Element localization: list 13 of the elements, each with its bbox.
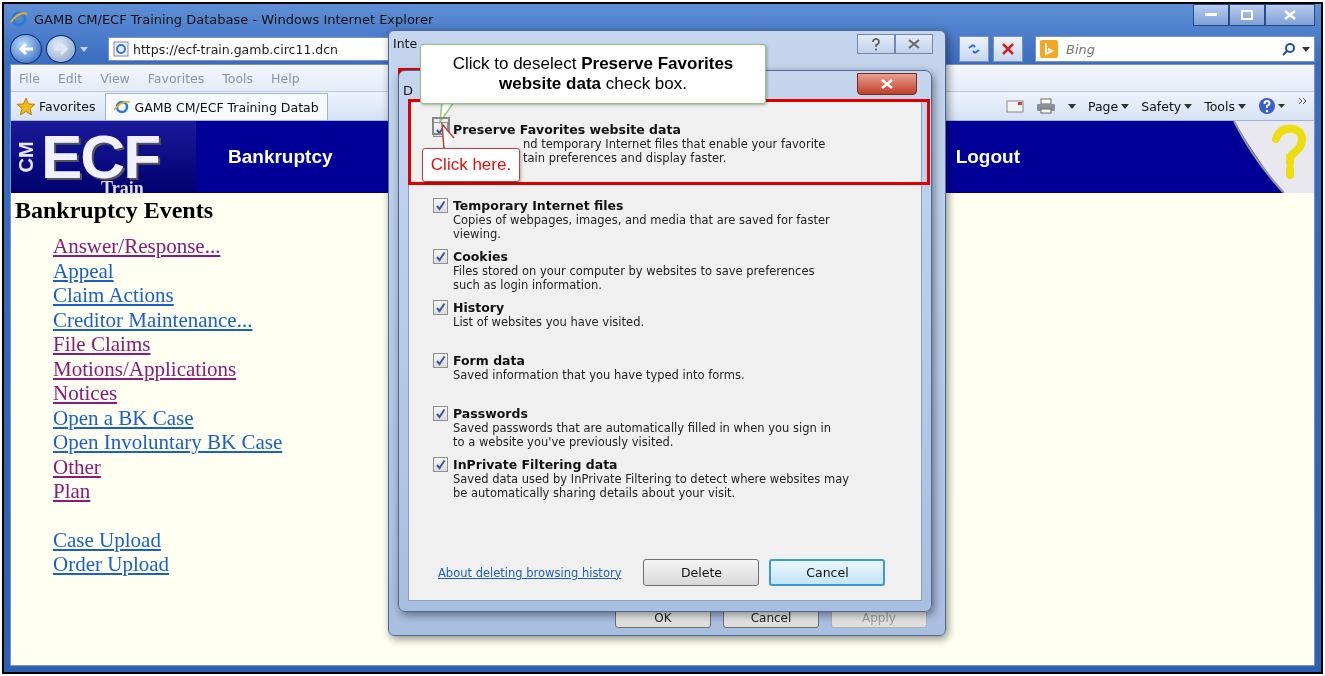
- dialog-title: Inte: [393, 36, 418, 51]
- option-description: Copies of webpages, images, and media that are saved for faster viewing.: [453, 213, 830, 241]
- option-description: List of websites you have visited.: [453, 315, 645, 329]
- instruction-callout: Click to deselect Preserve Favorites website data check box.: [420, 44, 766, 104]
- page-heading: Bankruptcy Events: [15, 197, 214, 224]
- option-description: Saved information that you have typed into forms.: [453, 368, 745, 382]
- option-description: nd temporary Internet files that enable your favorite tain preferences and display faster.: [523, 137, 826, 165]
- click-here-callout: Click here.: [422, 148, 520, 182]
- window-title: GAMB CM/ECF Training Database - Windows Internet Explorer: [34, 11, 434, 27]
- dialog-title: D: [403, 83, 413, 98]
- option-description: Saved data used by InPrivate Filtering to detect where websites may be automatically sharing details about your visit.: [453, 472, 850, 500]
- option-description: Files stored on your computer by websites to save preferences such as login information.: [453, 264, 815, 292]
- option-description: Saved passwords that are automatically filled in when you sign in to a website you've previously visited.: [453, 421, 831, 449]
